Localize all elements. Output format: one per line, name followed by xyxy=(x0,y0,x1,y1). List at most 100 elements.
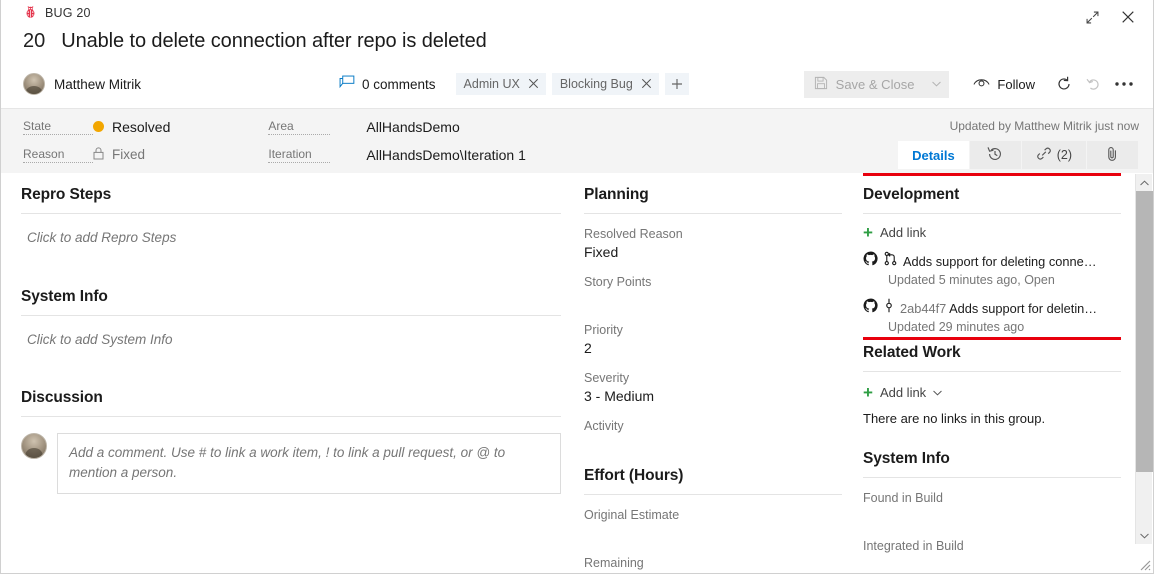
field-found-in-build: Found in Build xyxy=(863,491,1121,526)
field-label: Story Points xyxy=(584,275,652,289)
save-and-close-label: Save & Close xyxy=(835,76,915,92)
assigned-to[interactable]: Matthew Mitrik xyxy=(23,73,141,95)
work-item-title[interactable]: Unable to delete connection after repo i… xyxy=(61,30,487,53)
field-activity: Activity xyxy=(584,419,842,454)
eye-icon xyxy=(973,77,990,92)
state-reason-group: State Resolved Reason Fixed xyxy=(23,118,170,163)
add-tag-button[interactable] xyxy=(664,73,689,95)
save-options-dropdown[interactable] xyxy=(923,70,950,98)
author-name: Matthew Mitrik xyxy=(54,76,142,92)
development-link-title[interactable]: Adds support for deleting connecti... xyxy=(903,254,1101,269)
close-icon[interactable] xyxy=(641,78,652,89)
development-section: Development + Add link Adds support for … xyxy=(863,186,1121,334)
expand-arrows-icon[interactable] xyxy=(1081,6,1103,28)
avatar xyxy=(23,73,45,95)
tab-history[interactable] xyxy=(969,141,1022,169)
discussion-section: Discussion Add a comment. Use # to link … xyxy=(21,389,561,494)
save-and-close-button[interactable]: Save & Close xyxy=(803,70,924,98)
field-label: Found in Build xyxy=(863,491,943,505)
area-field[interactable]: Area AllHandsDemo xyxy=(268,118,526,135)
field-value[interactable] xyxy=(584,292,842,310)
field-original-estimate: Original Estimate xyxy=(584,508,842,543)
tag-label: Blocking Bug xyxy=(559,76,633,91)
development-link-row[interactable]: Adds support for deleting connecti... xyxy=(863,251,1121,271)
development-link-title[interactable]: 2ab44f7 Adds support for deleting ... xyxy=(900,301,1098,316)
field-value[interactable] xyxy=(584,436,842,454)
system-info-section: System Info Click to add System Info xyxy=(21,288,561,347)
effort-title: Effort (Hours) xyxy=(584,467,684,484)
work-item-header: BUG 20 20 Unable to delete connection af… xyxy=(1,0,1153,108)
field-value[interactable] xyxy=(863,556,1121,573)
development-link-item: 2ab44f7 Adds support for deleting ... Up… xyxy=(863,298,1121,334)
reason-field[interactable]: Reason Fixed xyxy=(23,146,170,163)
repro-steps-section: Repro Steps Click to add Repro Steps xyxy=(21,186,561,245)
tag-item[interactable]: Admin UX xyxy=(455,73,546,95)
field-value[interactable] xyxy=(584,525,842,543)
field-resolved-reason: Resolved Reason Fixed xyxy=(584,227,842,262)
reason-label: Reason xyxy=(23,147,93,163)
comment-input[interactable]: Add a comment. Use # to link a work item… xyxy=(57,433,561,494)
comment-row: Add a comment. Use # to link a work item… xyxy=(21,433,561,494)
iteration-value: AllHandsDemo\Iteration 1 xyxy=(366,146,526,163)
divider xyxy=(863,477,1121,478)
repro-steps-input[interactable]: Click to add Repro Steps xyxy=(27,230,561,245)
work-item-type-label: BUG 20 xyxy=(45,5,91,20)
field-value[interactable]: 2 xyxy=(584,340,842,358)
scroll-down-button[interactable] xyxy=(1136,527,1153,544)
tag-list: Admin UX Blocking Bug xyxy=(455,73,689,95)
field-value[interactable]: Fixed xyxy=(584,244,842,262)
scrollbar-thumb[interactable] xyxy=(1136,191,1153,472)
scroll-up-button[interactable] xyxy=(1136,174,1153,191)
strip-right: Updated by Matthew Mitrik just now Detai… xyxy=(898,119,1139,169)
state-text: Resolved xyxy=(112,118,171,135)
related-work-add-link-button[interactable]: + Add link xyxy=(863,383,1121,401)
refresh-icon[interactable] xyxy=(1049,71,1079,98)
field-priority: Priority 2 xyxy=(584,323,842,358)
middle-column: Planning Resolved Reason Fixed Story Poi… xyxy=(584,173,842,573)
comments-count-label: 0 comments xyxy=(362,76,436,92)
tab-details[interactable]: Details xyxy=(898,141,970,169)
bug-icon xyxy=(23,5,38,20)
development-add-link-button[interactable]: + Add link xyxy=(863,224,1121,241)
right-column: Development + Add link Adds support for … xyxy=(863,173,1121,573)
resize-grip-icon[interactable] xyxy=(1137,557,1151,571)
iteration-field[interactable]: Iteration AllHandsDemo\Iteration 1 xyxy=(268,146,526,163)
ellipsis-icon[interactable] xyxy=(1109,71,1139,98)
field-value[interactable]: 3 - Medium xyxy=(584,388,842,406)
reason-text: Fixed xyxy=(112,147,146,162)
development-link-subtitle: Updated 5 minutes ago, Open xyxy=(888,273,1055,287)
tag-item[interactable]: Blocking Bug xyxy=(551,73,659,95)
tab-links[interactable]: (2) xyxy=(1021,141,1087,169)
close-icon[interactable] xyxy=(528,78,539,89)
state-field[interactable]: State Resolved xyxy=(23,118,170,135)
field-severity: Severity 3 - Medium xyxy=(584,371,842,406)
undo-icon[interactable] xyxy=(1079,71,1109,98)
field-label: Integrated in Build xyxy=(863,539,964,553)
field-label: Resolved Reason xyxy=(584,227,683,241)
follow-label: Follow xyxy=(997,76,1035,92)
state-dot-icon xyxy=(93,121,104,132)
work-item-field-strip: State Resolved Reason Fixed Area AllHand… xyxy=(1,108,1153,173)
divider xyxy=(584,494,842,495)
follow-button[interactable]: Follow xyxy=(973,77,1035,92)
development-link-row[interactable]: 2ab44f7 Adds support for deleting ... xyxy=(863,298,1121,318)
divider xyxy=(21,315,561,316)
tab-attachments[interactable] xyxy=(1087,141,1139,169)
development-link-subtitle: Updated 29 minutes ago xyxy=(888,320,1025,334)
field-label: Priority xyxy=(584,323,623,337)
close-icon[interactable] xyxy=(1117,6,1139,28)
work-item-type-row: BUG 20 xyxy=(23,5,91,20)
area-iteration-group: Area AllHandsDemo Iteration AllHandsDemo… xyxy=(268,118,526,163)
work-item-meta-row: Matthew Mitrik 0 comments Admin UX Block… xyxy=(23,68,1139,100)
field-value[interactable] xyxy=(863,508,1121,526)
system-info-title: System Info xyxy=(21,288,108,305)
vertical-scrollbar[interactable] xyxy=(1135,174,1153,544)
system-info-input[interactable]: Click to add System Info xyxy=(27,332,561,347)
commit-icon xyxy=(884,298,894,318)
related-work-section: Related Work + Add link There are no lin… xyxy=(863,344,1121,426)
plus-icon: + xyxy=(863,382,873,402)
github-icon xyxy=(863,251,878,271)
comments-link[interactable]: 0 comments xyxy=(339,75,436,94)
detail-tabs: Details (2) xyxy=(898,141,1139,169)
iteration-label: Iteration xyxy=(268,147,331,163)
